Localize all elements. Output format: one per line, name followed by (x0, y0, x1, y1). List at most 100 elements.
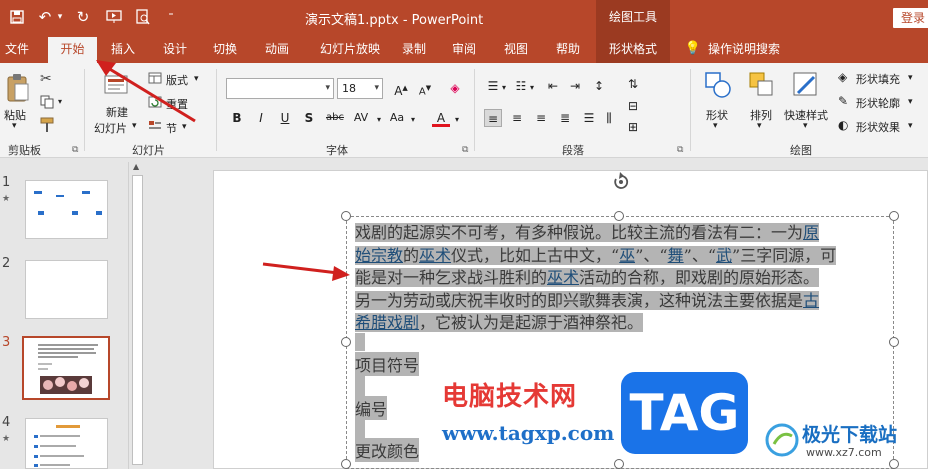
tab-transitions[interactable]: 切换 (204, 35, 246, 63)
tab-help[interactable]: 帮助 (548, 35, 588, 63)
distributed-icon[interactable]: ☰ (580, 109, 598, 127)
decrease-indent-icon[interactable]: ⇤ (544, 77, 562, 95)
section-dropdown-icon[interactable]: ▾ (182, 122, 187, 132)
italic-icon[interactable]: I (252, 109, 270, 127)
align-right-icon[interactable]: ≡ (532, 109, 550, 127)
resize-handle[interactable] (614, 211, 624, 221)
cut-icon[interactable]: ✂ (40, 71, 52, 87)
tab-view[interactable]: 视图 (498, 35, 534, 63)
quick-styles-dropdown-icon[interactable]: ▾ (803, 121, 808, 131)
paste-icon[interactable] (6, 73, 30, 106)
shape-effects-button[interactable]: 形状效果 (856, 119, 900, 135)
case-dropdown-icon[interactable]: ▾ (408, 111, 418, 129)
rotate-handle-icon[interactable] (610, 171, 632, 196)
bullets-dropdown-icon[interactable]: ▾ (500, 79, 508, 97)
resize-handle[interactable] (341, 337, 351, 347)
font-name-combo[interactable]: ▾ (226, 78, 334, 99)
underline-icon[interactable]: U (276, 109, 294, 127)
shape-fill-dropdown-icon[interactable]: ▾ (908, 73, 913, 83)
new-slide-label-2[interactable]: 幻灯片 (94, 120, 127, 136)
format-painter-icon[interactable] (40, 117, 54, 136)
smartart-icon[interactable]: ⊞ (624, 118, 642, 136)
slide-thumbnail-4[interactable] (25, 418, 108, 469)
resize-handle[interactable] (341, 211, 351, 221)
present-from-start-icon[interactable] (104, 6, 124, 28)
resize-handle[interactable] (889, 337, 899, 347)
copy-dropdown-icon[interactable]: ▾ (58, 97, 62, 106)
thumbnail-scrollbar[interactable]: ▲ (128, 162, 145, 469)
hyperlink[interactable]: 古 (803, 290, 820, 310)
hyperlink[interactable]: 希腊戏剧 (355, 313, 420, 332)
new-slide-icon[interactable] (104, 73, 130, 98)
layout-icon[interactable] (148, 72, 162, 87)
tab-file[interactable]: 文件 (0, 35, 34, 63)
arrange-icon[interactable] (748, 71, 776, 102)
align-center-icon[interactable]: ≡ (508, 109, 526, 127)
font-launcher-icon[interactable]: ⧉ (462, 145, 468, 155)
strikethrough-icon[interactable]: abc (324, 109, 346, 127)
quick-styles-icon[interactable] (792, 71, 820, 102)
hyperlink[interactable]: 武 (716, 245, 733, 265)
increase-font-icon[interactable]: A▲ (392, 79, 410, 98)
tab-home[interactable]: 开始 (48, 35, 97, 63)
character-spacing-icon[interactable]: AV (350, 109, 372, 127)
font-color-dropdown-icon[interactable]: ▾ (452, 111, 462, 129)
clear-formatting-icon[interactable]: ◈ (446, 79, 464, 97)
login-button[interactable]: 登录 (893, 8, 928, 28)
arrange-dropdown-icon[interactable]: ▾ (757, 121, 762, 131)
font-size-combo[interactable]: 18 ▾ (337, 78, 383, 99)
columns-icon[interactable]: ⫼ (600, 109, 618, 127)
tab-animations[interactable]: 动画 (256, 35, 298, 63)
new-slide-label-1[interactable]: 新建 (106, 104, 128, 120)
slide-thumbnail-3[interactable] (22, 336, 110, 400)
paste-dropdown-icon[interactable]: ▾ (12, 121, 17, 131)
print-preview-icon[interactable] (134, 6, 152, 28)
undo-dropdown-icon[interactable]: ▾ (55, 6, 65, 28)
copy-icon[interactable] (40, 95, 54, 112)
undo-icon[interactable]: ↶ (36, 6, 54, 28)
tab-review[interactable]: 审阅 (446, 35, 482, 63)
section-button[interactable]: 节 (166, 120, 177, 136)
tab-record[interactable]: 录制 (396, 35, 432, 63)
hyperlink[interactable]: 始宗教 (355, 245, 404, 265)
hyperlink[interactable]: 原 (803, 223, 820, 242)
hyperlink[interactable]: 巫术 (547, 268, 580, 287)
spacing-dropdown-icon[interactable]: ▾ (374, 111, 384, 129)
resize-handle[interactable] (341, 459, 351, 469)
save-icon[interactable] (8, 6, 26, 28)
shape-outline-button[interactable]: 形状轮廓 (856, 95, 900, 111)
slide-thumbnail-1[interactable] (25, 180, 108, 239)
hyperlink[interactable]: 舞 (667, 245, 684, 265)
new-slide-dropdown-icon[interactable]: ▾ (132, 121, 137, 131)
reset-button[interactable]: 重置 (166, 96, 188, 112)
tab-insert[interactable]: 插入 (102, 35, 144, 63)
tab-slideshow[interactable]: 幻灯片放映 (310, 35, 390, 63)
resize-handle[interactable] (889, 211, 899, 221)
shapes-icon[interactable] (704, 71, 732, 102)
bold-icon[interactable]: B (228, 109, 246, 127)
align-left-icon[interactable]: ≡ (484, 109, 502, 127)
justify-icon[interactable]: ≣ (556, 109, 574, 127)
align-text-icon[interactable]: ⊟ (624, 97, 642, 115)
clipboard-launcher-icon[interactable]: ⧉ (72, 145, 78, 155)
change-case-icon[interactable]: Aa (386, 109, 408, 127)
reset-icon[interactable] (148, 96, 162, 111)
shadow-text-icon[interactable]: S (300, 109, 318, 127)
customize-qat-icon[interactable]: ⁼ (164, 6, 178, 28)
resize-handle[interactable] (614, 459, 624, 469)
tab-design[interactable]: 设计 (154, 35, 196, 63)
line-spacing-icon[interactable]: ↕ (590, 77, 608, 95)
text-direction-icon[interactable]: ⇅ (624, 75, 642, 93)
shape-fill-button[interactable]: 形状填充 (856, 71, 900, 87)
shape-outline-icon[interactable]: ✎ (838, 94, 848, 108)
shapes-dropdown-icon[interactable]: ▾ (713, 121, 718, 131)
section-icon[interactable] (148, 120, 162, 135)
layout-button[interactable]: 版式 (166, 72, 188, 88)
search-box[interactable]: 操作说明搜索 (708, 35, 788, 63)
shape-effects-dropdown-icon[interactable]: ▾ (908, 121, 913, 131)
shape-fill-icon[interactable]: ◈ (838, 70, 847, 84)
layout-dropdown-icon[interactable]: ▾ (194, 74, 199, 84)
shape-outline-dropdown-icon[interactable]: ▾ (908, 97, 913, 107)
hyperlink[interactable]: 巫术 (419, 245, 452, 265)
tab-shape-format[interactable]: 形状格式 (596, 35, 670, 63)
